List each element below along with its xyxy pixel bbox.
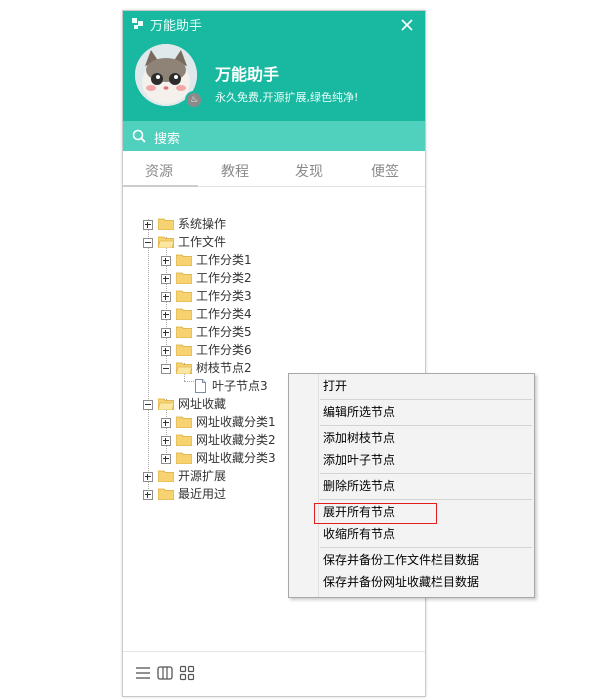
- folder-icon: [176, 290, 192, 302]
- user-name: 万能助手: [215, 65, 280, 84]
- document-icon: [195, 379, 206, 393]
- folder-icon: [158, 218, 174, 230]
- menu-separator: [320, 499, 532, 500]
- folder-icon: [176, 452, 192, 464]
- tree-node-label: 树枝节点2: [196, 361, 252, 375]
- expand-icon[interactable]: [161, 274, 171, 284]
- tree-node-label: 开源扩展: [178, 469, 227, 483]
- open-folder-icon: [158, 398, 174, 410]
- tree-node-label: 系统操作: [178, 217, 227, 231]
- menu-item-save-backup-work[interactable]: 保存并备份工作文件栏目数据: [323, 550, 479, 570]
- menu-item-delete-selected[interactable]: 删除所选节点: [323, 476, 395, 496]
- tree-node-label: 网址收藏分类2: [196, 433, 276, 447]
- tree-node-label: 网址收藏分类1: [196, 415, 276, 429]
- folder-icon: [176, 272, 192, 284]
- open-folder-icon: [158, 236, 174, 248]
- user-motto: 永久免费,开源扩展,绿色纯净!: [215, 91, 359, 104]
- tab-resources[interactable]: 资源: [145, 161, 173, 181]
- folder-icon: [158, 488, 174, 500]
- expand-icon[interactable]: [161, 454, 171, 464]
- tree-node-label: 工作分类5: [196, 325, 252, 339]
- expand-icon[interactable]: [161, 256, 171, 266]
- expand-icon[interactable]: [161, 346, 171, 356]
- folder-icon: [158, 470, 174, 482]
- tab-notes[interactable]: 便签: [371, 161, 399, 181]
- folder-icon: [176, 254, 192, 266]
- folder-icon: [176, 308, 192, 320]
- close-icon[interactable]: [397, 15, 417, 35]
- expand-icon[interactable]: [143, 220, 153, 230]
- header: 万能助手 ♨ 万能助手 永久免费,开源扩展,绿色纯净!: [123, 11, 425, 121]
- menu-separator: [320, 473, 532, 474]
- layout-icon[interactable]: [157, 665, 173, 681]
- expand-icon[interactable]: [161, 292, 171, 302]
- tree-node-label: 最近用过: [178, 487, 227, 501]
- tree-node-label: 工作分类1: [196, 253, 252, 267]
- menu-item-save-backup-url[interactable]: 保存并备份网址收藏栏目数据: [323, 572, 479, 592]
- menu-separator: [320, 399, 532, 400]
- tree-node-label: 网址收藏分类3: [196, 451, 276, 465]
- search-bar[interactable]: 搜索: [123, 121, 425, 151]
- menu-item-add-leaf[interactable]: 添加叶子节点: [323, 450, 395, 470]
- menu-separator: [320, 547, 532, 548]
- tree-node-label: 工作分类4: [196, 307, 252, 321]
- expand-icon[interactable]: [143, 472, 153, 482]
- window-title: 万能助手: [150, 19, 203, 34]
- tree-node-label: 网址收藏: [178, 397, 227, 411]
- menu-item-open[interactable]: 打开: [323, 376, 347, 396]
- menu-item-collapse-all[interactable]: 收缩所有节点: [323, 524, 395, 544]
- app-logo-icon: [132, 18, 143, 29]
- folder-icon: [176, 434, 192, 446]
- tree-guide-line: [148, 219, 149, 491]
- menu-item-edit-selected[interactable]: 编辑所选节点: [323, 402, 395, 422]
- folder-icon: [176, 326, 192, 338]
- tree-node-label: 工作分类3: [196, 289, 252, 303]
- collapse-icon[interactable]: [161, 364, 171, 374]
- tab-discover[interactable]: 发现: [295, 161, 323, 181]
- search-icon: [132, 129, 146, 143]
- collapse-icon[interactable]: [143, 238, 153, 248]
- open-folder-icon: [176, 362, 192, 374]
- folder-icon: [176, 344, 192, 356]
- menu-gutter: [318, 374, 319, 597]
- tree-node-label: 工作分类6: [196, 343, 252, 357]
- expand-icon[interactable]: [161, 328, 171, 338]
- menu-icon[interactable]: [135, 665, 151, 681]
- tree-node-label: 叶子节点3: [212, 379, 268, 393]
- search-placeholder: 搜索: [154, 132, 181, 147]
- avatar-badge-icon: ♨: [185, 91, 203, 109]
- expand-icon[interactable]: [161, 310, 171, 320]
- collapse-icon[interactable]: [143, 400, 153, 410]
- footer-divider: [123, 651, 425, 652]
- highlight-box: [314, 503, 437, 524]
- tab-bar: 资源 教程 发现 便签: [123, 151, 425, 187]
- menu-item-add-branch[interactable]: 添加树枝节点: [323, 428, 395, 448]
- expand-icon[interactable]: [161, 436, 171, 446]
- folder-icon: [176, 416, 192, 428]
- expand-icon[interactable]: [161, 418, 171, 428]
- tree-node-label: 工作分类2: [196, 271, 252, 285]
- context-menu: 打开 编辑所选节点 添加树枝节点 添加叶子节点 删除所选节点 展开所有节点 收缩…: [288, 373, 535, 598]
- expand-icon[interactable]: [143, 490, 153, 500]
- active-tab-indicator: [123, 185, 198, 187]
- grid-icon[interactable]: [179, 665, 195, 681]
- tree-node-label: 工作文件: [178, 235, 227, 249]
- menu-separator: [320, 425, 532, 426]
- tab-tutorials[interactable]: 教程: [221, 161, 249, 181]
